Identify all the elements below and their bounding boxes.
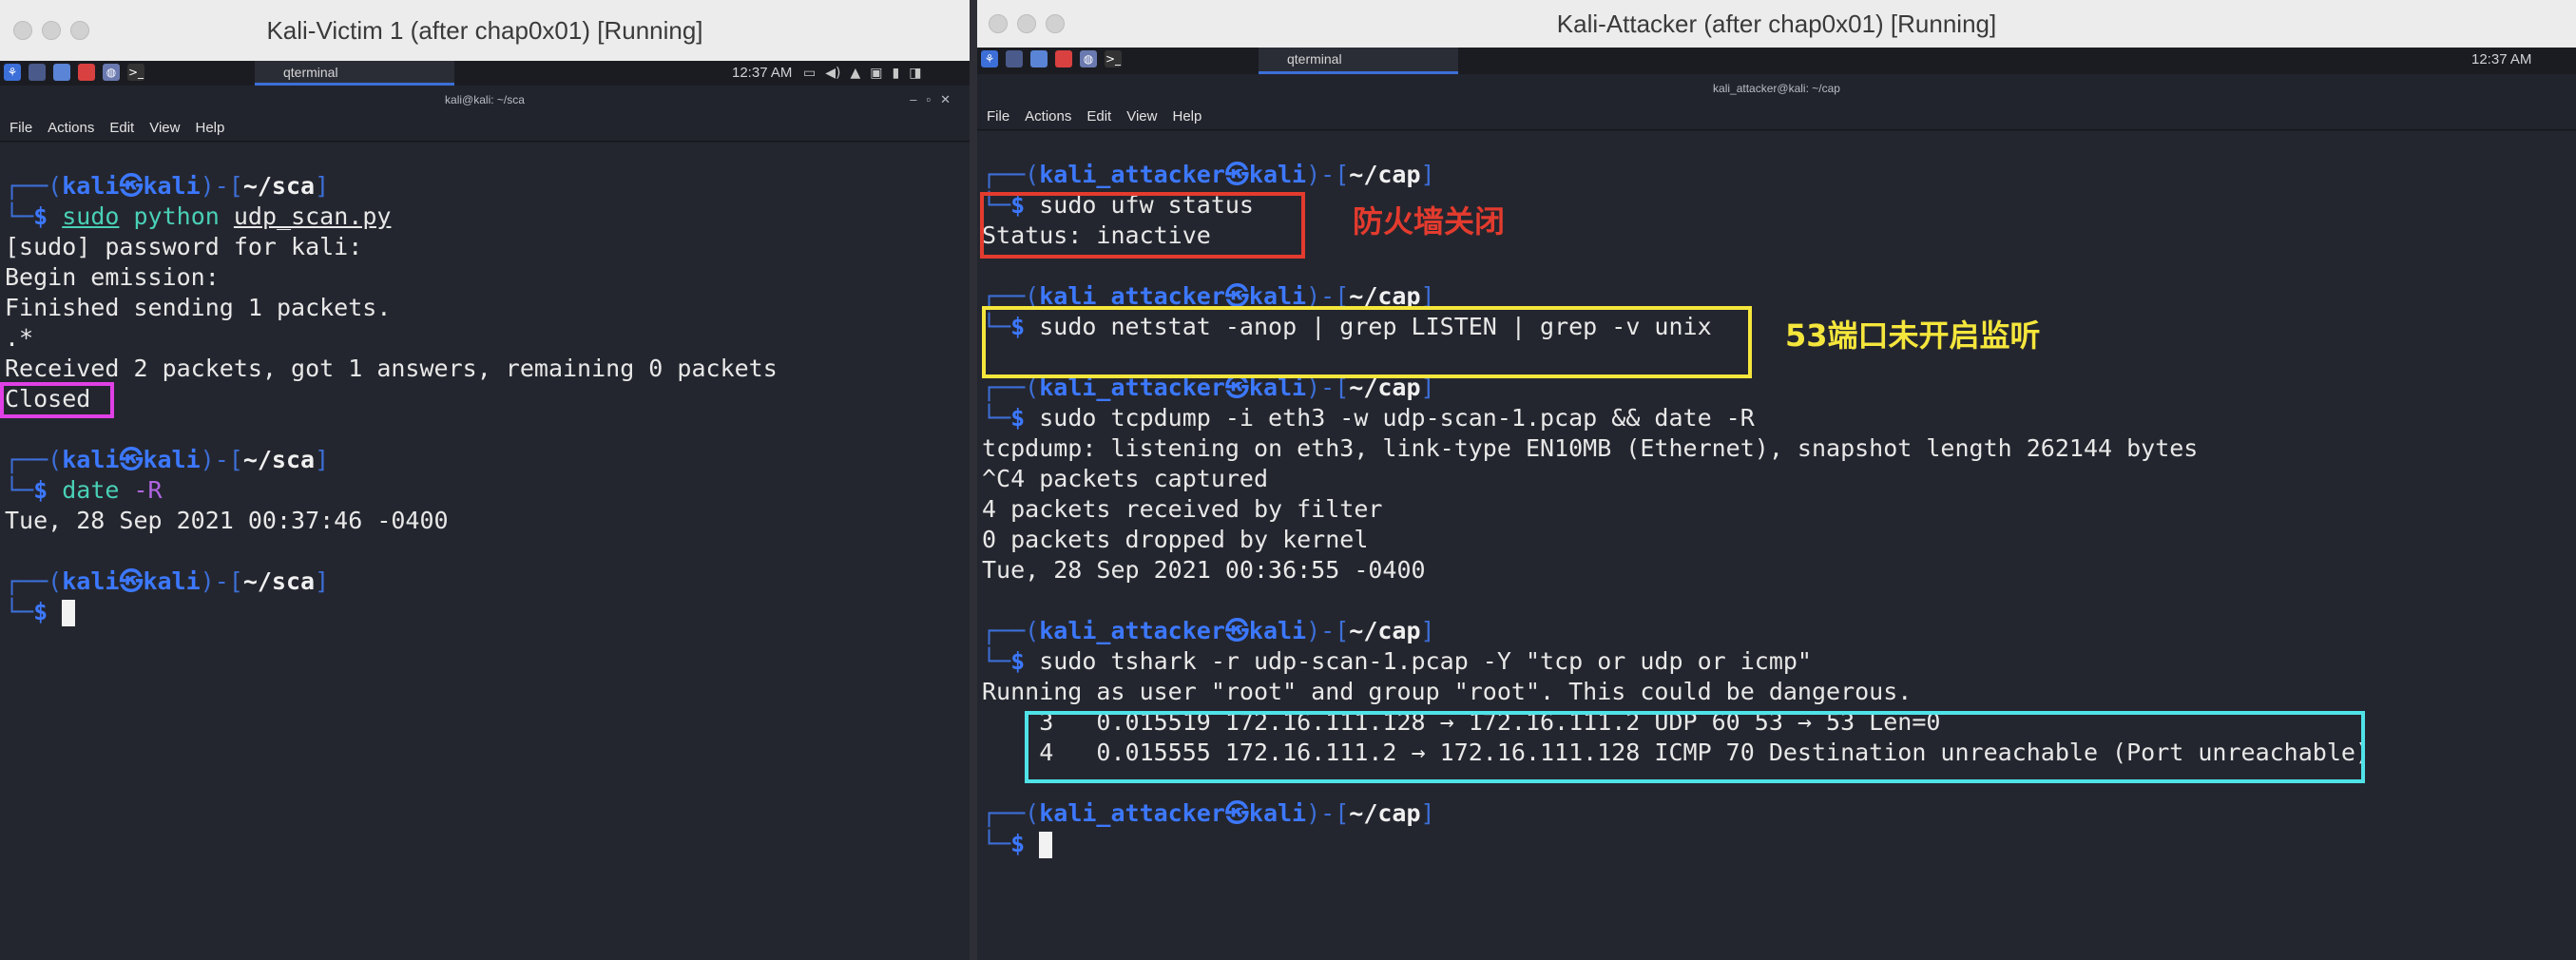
text-editor-icon[interactable] bbox=[78, 64, 95, 81]
output-line: [sudo] password for kali: bbox=[5, 233, 363, 260]
window-title: Kali-Attacker (after chap0x01) [Running] bbox=[1556, 10, 1997, 38]
prompt-line: ┌──(kali㉿kali)-[~/sca] bbox=[5, 567, 330, 595]
output-line: Received 2 packets, got 1 answers, remai… bbox=[5, 355, 778, 382]
text-cursor bbox=[1039, 832, 1053, 858]
menu-view[interactable]: View bbox=[149, 120, 180, 136]
menu-edit[interactable]: Edit bbox=[1086, 108, 1111, 125]
text-editor-icon[interactable] bbox=[1055, 50, 1072, 67]
kali-taskbar: ⚘ ◍ >_ qterminal 12:37 AM bbox=[977, 48, 2576, 75]
terminal-output[interactable]: ┌──(kali㉿kali)-[~/sca] └─$ sudo python u… bbox=[0, 143, 970, 960]
desktop-icon[interactable] bbox=[29, 64, 46, 81]
menu-edit[interactable]: Edit bbox=[109, 120, 134, 136]
desktop-icon[interactable] bbox=[1006, 50, 1023, 67]
output-line: 4 packets received by filter bbox=[982, 495, 1383, 523]
ufw-status-highlight-box bbox=[980, 192, 1305, 259]
prompt-line: ┌──(kali_attacker㉿kali)-[~/cap] bbox=[982, 161, 1435, 188]
firewall-note: 防火墙关闭 bbox=[1353, 203, 1506, 240]
output-line: Tue, 28 Sep 2021 00:36:55 -0400 bbox=[982, 556, 1426, 584]
display-icon: ▭ bbox=[803, 66, 817, 81]
terminal-menubar: File Actions Edit View Help bbox=[977, 103, 2576, 130]
power-icon: ▣ bbox=[870, 66, 883, 81]
tshark-result-highlight-box bbox=[1025, 711, 2365, 783]
prompt-line: ┌──(kali_attacker㉿kali)-[~/cap] bbox=[982, 617, 1435, 644]
terminal-titlebar: kali_attacker@kali: ~/cap bbox=[977, 74, 2576, 103]
browser-icon[interactable]: ◍ bbox=[1080, 50, 1097, 67]
terminal-menubar: File Actions Edit View Help bbox=[0, 114, 970, 142]
menu-help[interactable]: Help bbox=[195, 120, 224, 136]
port-note: 53端口未开启监听 bbox=[1785, 317, 2041, 354]
closed-highlight-box bbox=[0, 382, 114, 418]
volume-icon: ◀) bbox=[825, 66, 841, 81]
command-line: └─$ bbox=[982, 829, 1053, 859]
command-line: └─$ sudo tshark -r udp-scan-1.pcap -Y "t… bbox=[982, 647, 1812, 675]
mac-titlebar: Kali-Attacker (after chap0x01) [Running] bbox=[977, 0, 2576, 48]
logout-icon: ◨ bbox=[909, 66, 922, 81]
notification-icon: ▲ bbox=[850, 66, 861, 81]
file-manager-icon[interactable] bbox=[1030, 50, 1048, 67]
command-line: └─$ sudo python udp_scan.py bbox=[5, 202, 392, 230]
taskbar-item-qterminal[interactable]: qterminal bbox=[1259, 48, 1458, 74]
output-line: Running as user "root" and group "root".… bbox=[982, 678, 1913, 705]
terminal-launcher-icon[interactable]: >_ bbox=[127, 64, 144, 81]
output-line: Tue, 28 Sep 2021 00:37:46 -0400 bbox=[5, 507, 449, 534]
output-line: tcpdump: listening on eth3, link-type EN… bbox=[982, 434, 2199, 462]
terminal-launcher-icon[interactable]: >_ bbox=[1105, 50, 1122, 67]
prompt-line: ┌──(kali㉿kali)-[~/sca] bbox=[5, 446, 330, 473]
output-line: ^C4 packets captured bbox=[982, 465, 1269, 492]
menu-file[interactable]: File bbox=[10, 120, 32, 136]
prompt-line: ┌──(kali_attacker㉿kali)-[~/cap] bbox=[982, 799, 1435, 827]
victim-vm-window: Kali-Victim 1 (after chap0x01) [Running]… bbox=[0, 0, 970, 960]
taskbar-item-qterminal[interactable]: qterminal bbox=[255, 61, 454, 86]
window-separator bbox=[970, 0, 977, 960]
menu-file[interactable]: File bbox=[987, 108, 1009, 125]
window-title: Kali-Victim 1 (after chap0x01) [Running] bbox=[266, 16, 703, 45]
command-line: └─$ sudo tcpdump -i eth3 -w udp-scan-1.p… bbox=[982, 404, 1755, 432]
netstat-highlight-box bbox=[982, 306, 1752, 378]
kali-menu-icon[interactable]: ⚘ bbox=[981, 50, 998, 67]
kali-menu-icon[interactable]: ⚘ bbox=[4, 64, 21, 81]
menu-actions[interactable]: Actions bbox=[48, 120, 94, 136]
clock: 12:37 AM bbox=[2471, 51, 2532, 67]
file-manager-icon[interactable] bbox=[53, 64, 70, 81]
terminal-output[interactable]: ┌──(kali_attacker㉿kali)-[~/cap] └─$ sudo… bbox=[977, 131, 2576, 960]
browser-icon[interactable]: ◍ bbox=[103, 64, 120, 81]
command-line: └─$ bbox=[5, 597, 76, 627]
attacker-vm-window: Kali-Attacker (after chap0x01) [Running]… bbox=[977, 0, 2576, 960]
terminal-window-controls[interactable]: –▫✕ bbox=[910, 86, 960, 114]
qterminal-window: kali_attacker@kali: ~/cap File Actions E… bbox=[977, 74, 2576, 960]
output-line: Finished sending 1 packets. bbox=[5, 294, 392, 321]
menu-actions[interactable]: Actions bbox=[1025, 108, 1071, 125]
clock: 12:37 AM bbox=[732, 65, 793, 81]
terminal-titlebar: kali@kali: ~/sca –▫✕ bbox=[0, 86, 970, 114]
command-line: └─$ date -R bbox=[5, 476, 163, 504]
output-line: .* bbox=[5, 324, 34, 352]
menu-view[interactable]: View bbox=[1126, 108, 1157, 125]
text-cursor bbox=[62, 600, 76, 626]
qterminal-window: kali@kali: ~/sca –▫✕ File Actions Edit V… bbox=[0, 86, 970, 960]
lock-icon: ▮ bbox=[892, 66, 900, 81]
kali-taskbar: ⚘ ◍ >_ qterminal 12:37 AM ▭ ◀) ▲ ▣ ▮ ◨ bbox=[0, 61, 970, 86]
mac-titlebar: Kali-Victim 1 (after chap0x01) [Running] bbox=[0, 0, 970, 62]
system-tray[interactable]: ▭ ◀) ▲ ▣ ▮ ◨ bbox=[803, 66, 921, 81]
output-line: 0 packets dropped by kernel bbox=[982, 526, 1369, 553]
output-line: Begin emission: bbox=[5, 263, 220, 291]
prompt-line: ┌──(kali㉿kali)-[~/sca] bbox=[5, 172, 330, 200]
menu-help[interactable]: Help bbox=[1172, 108, 1201, 125]
